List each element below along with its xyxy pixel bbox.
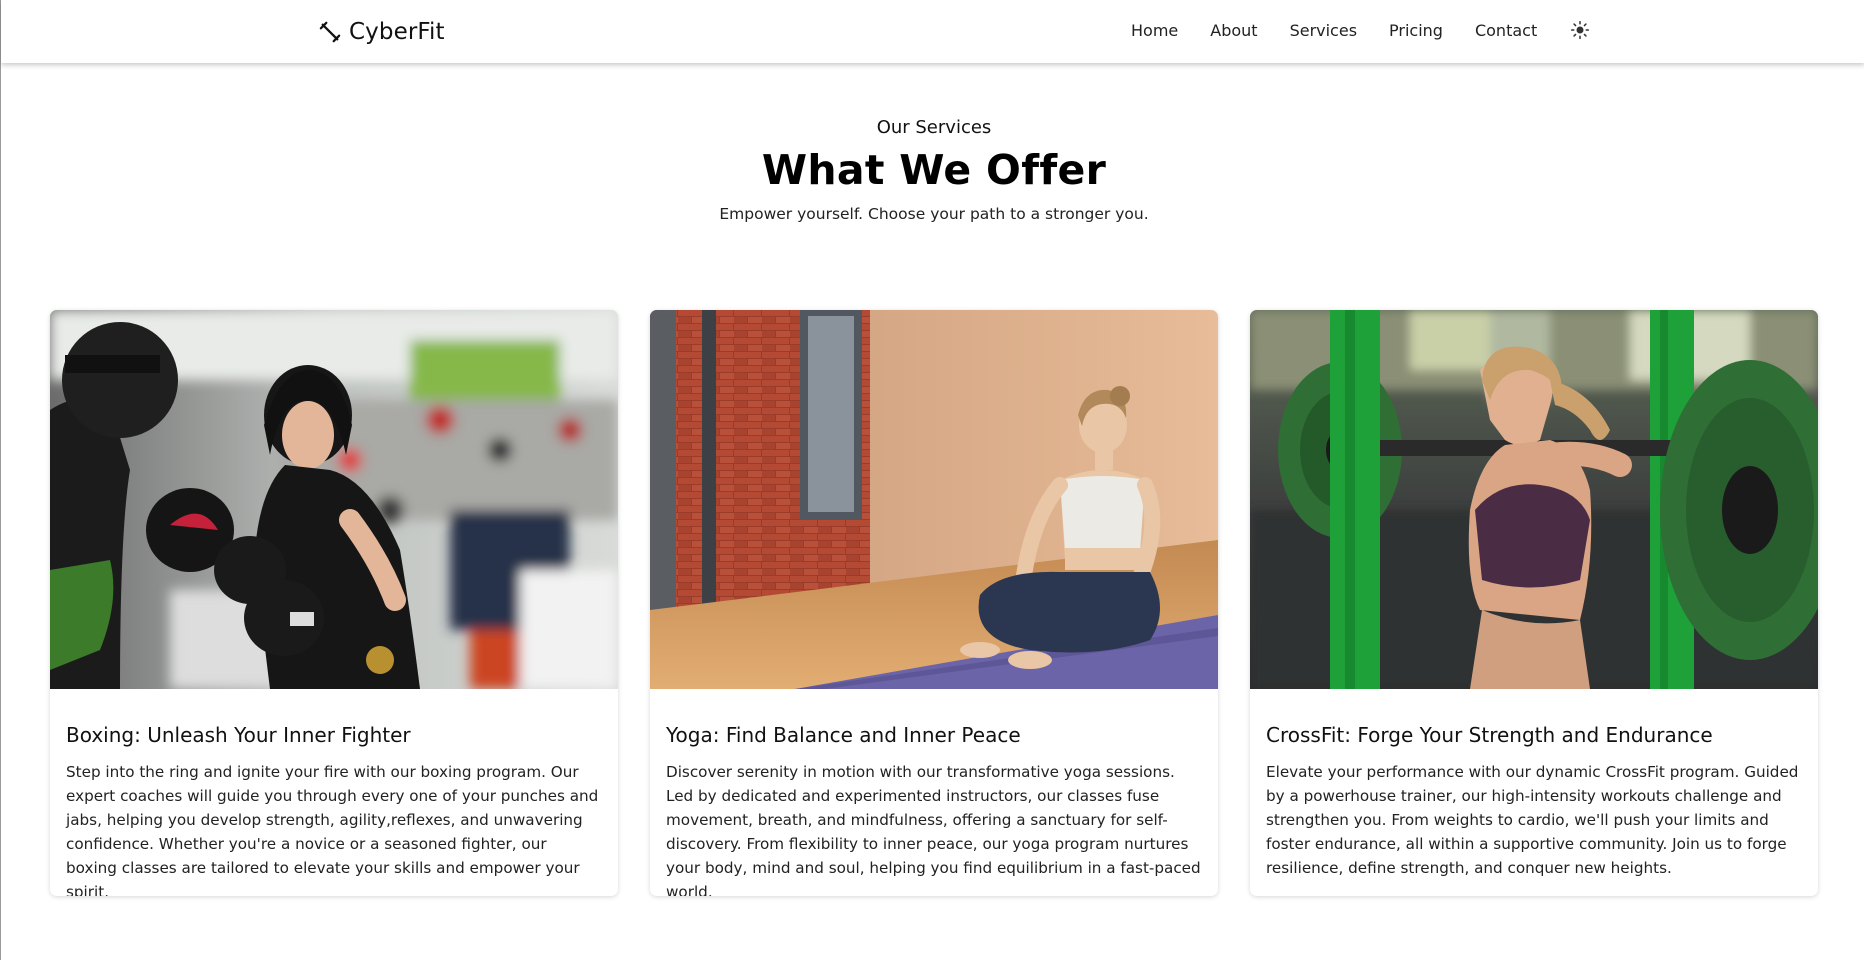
page: CyberFit Home About Services Pricing Con… [0,0,1864,960]
nav-links: Home About Services Pricing Contact [1131,19,1591,43]
section-headline: What We Offer [761,146,1107,194]
yoga-image [650,310,1218,689]
crossfit-image [1250,310,1818,689]
nav-link-about[interactable]: About [1210,19,1257,43]
service-card-crossfit: CrossFit: Forge Your Strength and Endura… [1250,310,1818,896]
sun-icon [1571,20,1590,39]
card-body: CrossFit: Forge Your Strength and Endura… [1250,689,1818,880]
nav-link-contact[interactable]: Contact [1475,19,1537,43]
brand-name: CyberFit [349,19,445,45]
section-subtitle: Empower yourself. Choose your path to a … [719,205,1149,223]
nav-link-home[interactable]: Home [1131,19,1178,43]
card-title: Boxing: Unleash Your Inner Fighter [66,723,411,747]
services-header: Our Services What We Offer Empower yours… [1,112,1864,227]
dumbbell-icon [319,21,341,43]
nav-link-services[interactable]: Services [1290,19,1357,43]
card-text: Step into the ring and ignite your fire … [66,763,599,896]
card-title: CrossFit: Forge Your Strength and Endura… [1266,723,1713,747]
card-text: Elevate your performance with our dynami… [1266,763,1799,877]
card-body: Boxing: Unleash Your Inner Fighter Step … [50,689,618,896]
nav-link-pricing[interactable]: Pricing [1389,19,1443,43]
section-eyebrow: Our Services [876,117,992,138]
service-card-yoga: Yoga: Find Balance and Inner Peace Disco… [650,310,1218,896]
card-text: Discover serenity in motion with our tra… [666,763,1201,896]
service-card-boxing: Boxing: Unleash Your Inner Fighter Step … [50,310,618,896]
card-title: Yoga: Find Balance and Inner Peace [666,723,1021,747]
theme-toggle-button[interactable] [1569,19,1591,41]
brand-link[interactable]: CyberFit [319,16,445,48]
navbar: CyberFit Home About Services Pricing Con… [1,0,1864,63]
service-cards: Boxing: Unleash Your Inner Fighter Step … [50,310,1818,896]
card-body: Yoga: Find Balance and Inner Peace Disco… [650,689,1218,896]
boxing-image [50,310,618,689]
